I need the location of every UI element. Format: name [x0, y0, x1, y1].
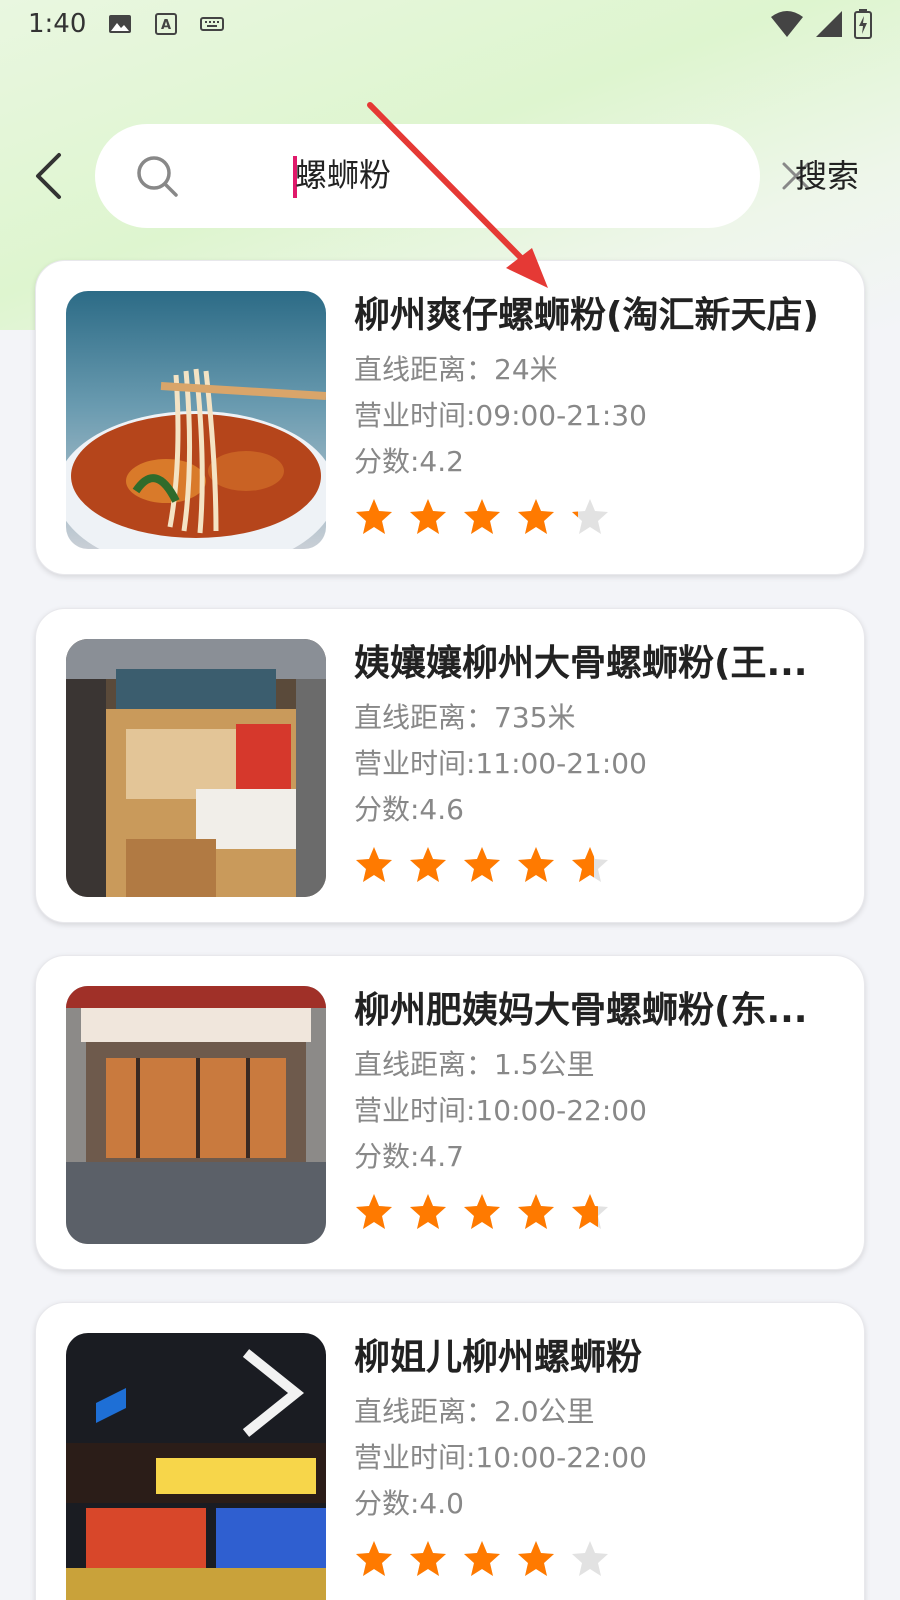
- star-rating: [354, 1539, 844, 1579]
- star-icon: [518, 499, 554, 534]
- shop-score: 分数:4.2: [354, 445, 464, 478]
- text-a-icon: A: [155, 13, 178, 35]
- star-icon: [572, 1541, 608, 1576]
- shop-name: 柳姐儿柳州螺蛳粉: [354, 1337, 643, 1378]
- star-icon: [572, 1194, 608, 1229]
- storefront-photo: [66, 1333, 326, 1600]
- star-icon: [356, 847, 392, 882]
- result-card[interactable]: 姨孃孃柳州大骨螺蛳粉(王... 直线距离：735米 营业时间:11:00-21:…: [35, 608, 865, 923]
- shop-hours: 营业时间:10:00-22:00: [354, 1094, 647, 1127]
- shop-score: 分数:4.0: [354, 1487, 464, 1520]
- shop-score: 分数:4.7: [354, 1140, 464, 1173]
- shop-distance: 直线距离：1.5公里: [354, 1048, 595, 1081]
- status-time: 1:40: [28, 9, 87, 39]
- star-icon: [572, 499, 608, 534]
- search-input[interactable]: [295, 150, 735, 200]
- result-card[interactable]: 柳姐儿柳州螺蛳粉 直线距离：2.0公里 营业时间:10:00-22:00 分数:…: [35, 1302, 865, 1600]
- star-icon: [572, 847, 608, 882]
- star-icon: [464, 1541, 500, 1576]
- result-card[interactable]: 柳州肥姨妈大骨螺蛳粉(东... 直线距离：1.5公里 营业时间:10:00-22…: [35, 955, 865, 1270]
- star-icon: [356, 1541, 392, 1576]
- chevron-left-icon: [36, 153, 61, 199]
- star-icon: [410, 1541, 446, 1576]
- star-icon: [410, 847, 446, 882]
- star-rating: [354, 845, 844, 885]
- star-icon: [518, 847, 554, 882]
- battery-icon: [854, 9, 872, 39]
- star-rating: [354, 497, 844, 537]
- star-icon: [464, 1194, 500, 1229]
- status-bar: 1:40 A: [0, 0, 900, 48]
- bowl-of-noodles-photo: [66, 291, 326, 549]
- shop-hours: 营业时间:11:00-21:00: [354, 747, 647, 780]
- star-icon: [518, 1541, 554, 1576]
- star-icon: [410, 499, 446, 534]
- image-icon: [109, 15, 132, 33]
- result-card[interactable]: 柳州爽仔螺蛳粉(淘汇新天店) 直线距离：24米 营业时间:09:00-21:30…: [35, 260, 865, 575]
- back-button[interactable]: [28, 148, 68, 204]
- shop-distance: 直线距离：2.0公里: [354, 1395, 595, 1428]
- svg-text:A: A: [161, 18, 171, 33]
- search-bar-row: 搜索: [0, 124, 900, 228]
- star-rating: [354, 1192, 844, 1232]
- search-button[interactable]: 搜索: [795, 150, 859, 202]
- signal-icon: [816, 11, 842, 37]
- shop-name: 柳州肥姨妈大骨螺蛳粉(东...: [354, 990, 808, 1031]
- wifi-icon: [771, 11, 803, 37]
- shop-hours: 营业时间:10:00-22:00: [354, 1441, 647, 1474]
- shop-distance: 直线距离：735米: [354, 701, 576, 734]
- star-icon: [464, 499, 500, 534]
- star-icon: [356, 499, 392, 534]
- star-icon: [464, 847, 500, 882]
- search-icon: [137, 156, 178, 197]
- search-field[interactable]: [95, 124, 810, 228]
- shop-name: 柳州爽仔螺蛳粉(淘汇新天店): [354, 295, 819, 336]
- storefront-photo: [66, 986, 326, 1244]
- shop-hours: 营业时间:09:00-21:30: [354, 399, 647, 432]
- keyboard-icon: [200, 17, 225, 31]
- star-icon: [410, 1194, 446, 1229]
- star-icon: [356, 1194, 392, 1229]
- shop-distance: 直线距离：24米: [354, 353, 558, 386]
- shop-score: 分数:4.6: [354, 793, 464, 826]
- storefront-photo: [66, 639, 326, 897]
- shop-name: 姨孃孃柳州大骨螺蛳粉(王...: [354, 643, 808, 684]
- star-icon: [518, 1194, 554, 1229]
